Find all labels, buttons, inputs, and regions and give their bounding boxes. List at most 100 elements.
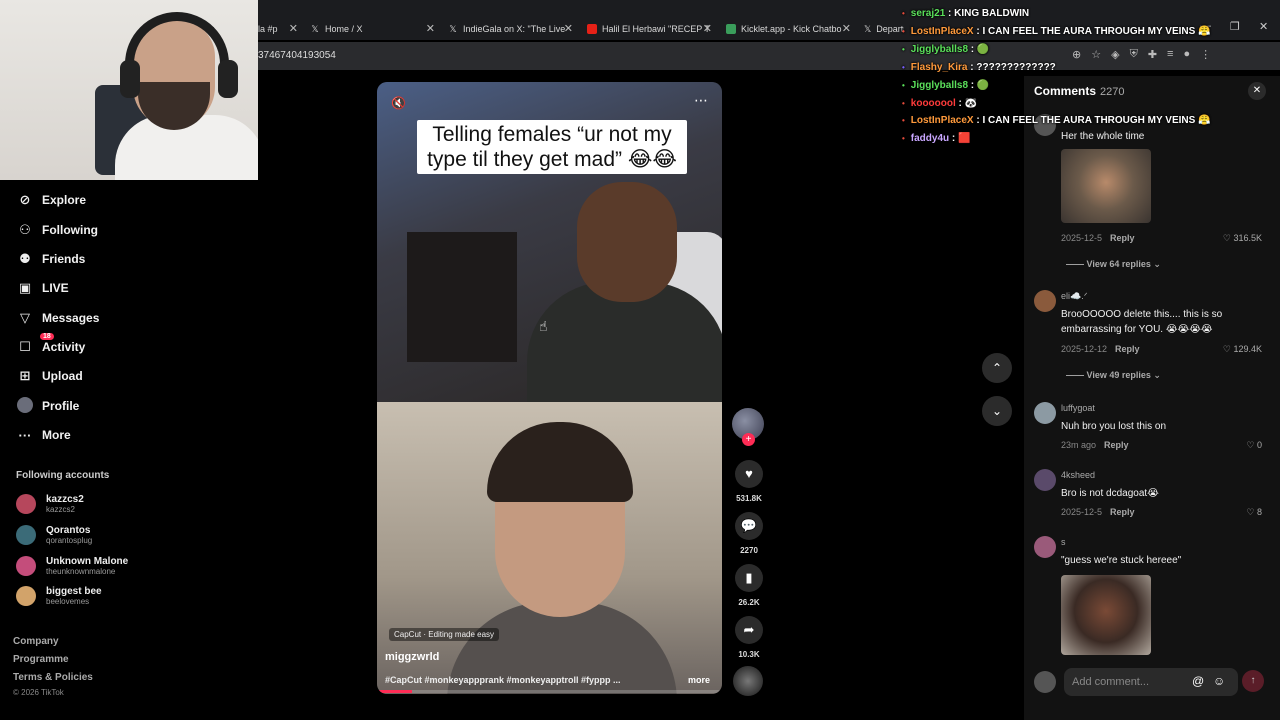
reply-button[interactable]: Reply	[1110, 507, 1135, 517]
avatar[interactable]	[1034, 290, 1056, 312]
volume-icon[interactable]: 🔇	[391, 96, 406, 110]
comment-input[interactable]: Add comment...	[1064, 668, 1238, 696]
avatar[interactable]	[1034, 469, 1056, 491]
sound-disc[interactable]	[733, 666, 763, 696]
previous-video-button[interactable]: ⌃	[982, 353, 1012, 383]
upload-icon: ⊞	[19, 368, 31, 383]
status-dot-icon: •	[902, 99, 905, 108]
following-account[interactable]: Unknown Malone theunknownmalone	[16, 556, 128, 576]
video-hashtags[interactable]: #CapCut #monkeyappprank #monkeyapptroll …	[385, 675, 621, 685]
comment-image[interactable]	[1061, 575, 1151, 655]
close-tab-icon[interactable]: ✕	[426, 22, 435, 35]
chat-message: • Jigglyballs8 : 🟢	[902, 44, 990, 55]
comment-like[interactable]: ♡ 0	[1246, 440, 1262, 451]
like-button[interactable]: ♥ 531.8K	[732, 460, 766, 503]
profile-icon[interactable]: ●	[1183, 48, 1190, 61]
video-author[interactable]: miggzwrld	[385, 651, 439, 663]
sidebar-item-live[interactable]: ▣ LIVE	[16, 278, 69, 298]
comment-username[interactable]: eli☁️.ᐟ	[1061, 291, 1088, 302]
video-progress-bar[interactable]	[377, 690, 722, 693]
arrow-up-icon: ↑	[1250, 675, 1256, 686]
status-dot-icon: •	[902, 116, 905, 125]
sidebar-item-messages[interactable]: ▽ Messages	[16, 308, 99, 328]
sidebar-item-activity[interactable]: ☐ 18 Activity	[16, 333, 85, 357]
capcut-tag[interactable]: CapCut · Editing made easy	[389, 628, 500, 641]
x-icon: 𝕏	[311, 24, 319, 34]
sidebar-item-upload[interactable]: ⊞ Upload	[16, 366, 83, 386]
avatar	[1034, 671, 1056, 693]
comment-button[interactable]: 💬 2270	[732, 512, 766, 555]
avatar[interactable]	[1034, 536, 1056, 558]
close-tab-icon[interactable]: ✕	[289, 22, 298, 35]
video-caption: Telling females “ur not my type til they…	[417, 120, 687, 174]
playlist-icon[interactable]: ≡	[1167, 48, 1173, 61]
sidebar-item-explore[interactable]: ⊘ Explore	[16, 190, 86, 210]
comment-meta: 2025-12-5 Reply	[1061, 507, 1135, 517]
install-icon[interactable]: ⊕	[1072, 48, 1081, 61]
comment-like[interactable]: ♡ 316.5K	[1223, 233, 1262, 244]
comment-username[interactable]: s	[1061, 537, 1066, 547]
comment-text: BrooOOOOO delete this.... this is so emb…	[1061, 309, 1223, 335]
comment-like[interactable]: ♡ 129.4K	[1223, 344, 1262, 355]
person-icon: ⚇	[19, 222, 31, 237]
browser-tab[interactable]: Kicklet.app - Kick Chatbo ✕	[726, 18, 851, 40]
menu-icon[interactable]: ⋮	[1200, 48, 1211, 61]
sidebar-item-profile[interactable]: Profile	[16, 396, 79, 416]
following-accounts-title: Following accounts	[16, 470, 110, 481]
maximize-icon[interactable]: ❐	[1230, 20, 1240, 33]
more-icon: ···	[18, 427, 32, 443]
more-link[interactable]: more	[688, 675, 710, 685]
follow-plus-icon[interactable]: +	[742, 433, 755, 446]
save-button[interactable]: ▮ 26.2K	[732, 564, 766, 607]
view-replies-button[interactable]: —— View 64 replies ⌄	[1066, 259, 1161, 270]
close-window-icon[interactable]: ✕	[1259, 20, 1268, 33]
comment-like[interactable]: ♡ 8	[1246, 507, 1262, 518]
status-dot-icon: •	[902, 134, 905, 143]
more-options-icon[interactable]: ⋯	[694, 92, 708, 109]
video-player[interactable]: Telling females “ur not my type til they…	[377, 82, 722, 694]
browser-tab[interactable]: la #p ✕	[258, 18, 298, 40]
cursor-icon: ☝	[539, 318, 548, 334]
headphones	[125, 12, 229, 82]
comment-input-row: Add comment...	[1034, 668, 1238, 696]
reply-button[interactable]: Reply	[1104, 440, 1129, 450]
comment-username[interactable]: 4ksheed	[1061, 470, 1095, 480]
footer-link-company[interactable]: Company	[13, 636, 59, 647]
puzzle-icon[interactable]: ✚	[1148, 48, 1157, 61]
sidebar-item-friends[interactable]: ⚉ Friends	[16, 249, 85, 269]
url-text[interactable]: 37467404193054	[258, 50, 336, 61]
view-replies-button[interactable]: —— View 49 replies ⌄	[1066, 370, 1161, 381]
footer-link-terms[interactable]: Terms & Policies	[13, 672, 93, 683]
following-account[interactable]: Qorantos qorantosplug	[16, 525, 92, 545]
extension-icon[interactable]: ◈	[1111, 48, 1119, 61]
close-tab-icon[interactable]: ✕	[703, 22, 712, 35]
next-video-button[interactable]: ⌄	[982, 396, 1012, 426]
comment-image[interactable]	[1061, 149, 1151, 223]
bookmark-star-icon[interactable]: ☆	[1091, 48, 1101, 61]
browser-tab[interactable]: Halil El Herbawi "RECEP T ✕	[587, 18, 712, 40]
browser-tab[interactable]: 𝕏 Home / X ✕	[310, 18, 435, 40]
reply-button[interactable]: Reply	[1110, 233, 1135, 243]
mention-icon[interactable]: @	[1192, 674, 1204, 688]
profile-avatar	[16, 396, 34, 416]
close-tab-icon[interactable]: ✕	[564, 22, 573, 35]
following-account[interactable]: kazzcs2 kazzcs2	[16, 494, 84, 514]
emoji-icon[interactable]: ☺	[1213, 674, 1225, 688]
heart-outline-icon: ♡	[1246, 507, 1257, 517]
post-comment-button[interactable]: ↑	[1242, 670, 1264, 692]
browser-tab[interactable]: 𝕏 Department of War	[864, 18, 904, 40]
shield-icon[interactable]: ⛨	[1130, 48, 1138, 61]
comment-username[interactable]: luffygoat	[1061, 403, 1095, 413]
reply-button[interactable]: Reply	[1115, 344, 1140, 354]
sidebar-item-more[interactable]: ··· More	[16, 425, 71, 445]
following-account[interactable]: biggest bee beelovemes	[16, 586, 102, 606]
headphone-ear-right	[218, 60, 238, 98]
share-button[interactable]: ➦ 10.3K	[732, 616, 766, 659]
footer-link-programme[interactable]: Programme	[13, 654, 69, 665]
close-tab-icon[interactable]: ✕	[842, 22, 851, 35]
close-comments-button[interactable]: ✕	[1248, 82, 1266, 100]
sidebar-item-following[interactable]: ⚇ Following	[16, 220, 98, 240]
browser-tab[interactable]: 𝕏 IndieGala on X: "The Live ✕	[448, 18, 573, 40]
comments-header: Comments 2270	[1034, 84, 1125, 98]
avatar[interactable]	[1034, 402, 1056, 424]
